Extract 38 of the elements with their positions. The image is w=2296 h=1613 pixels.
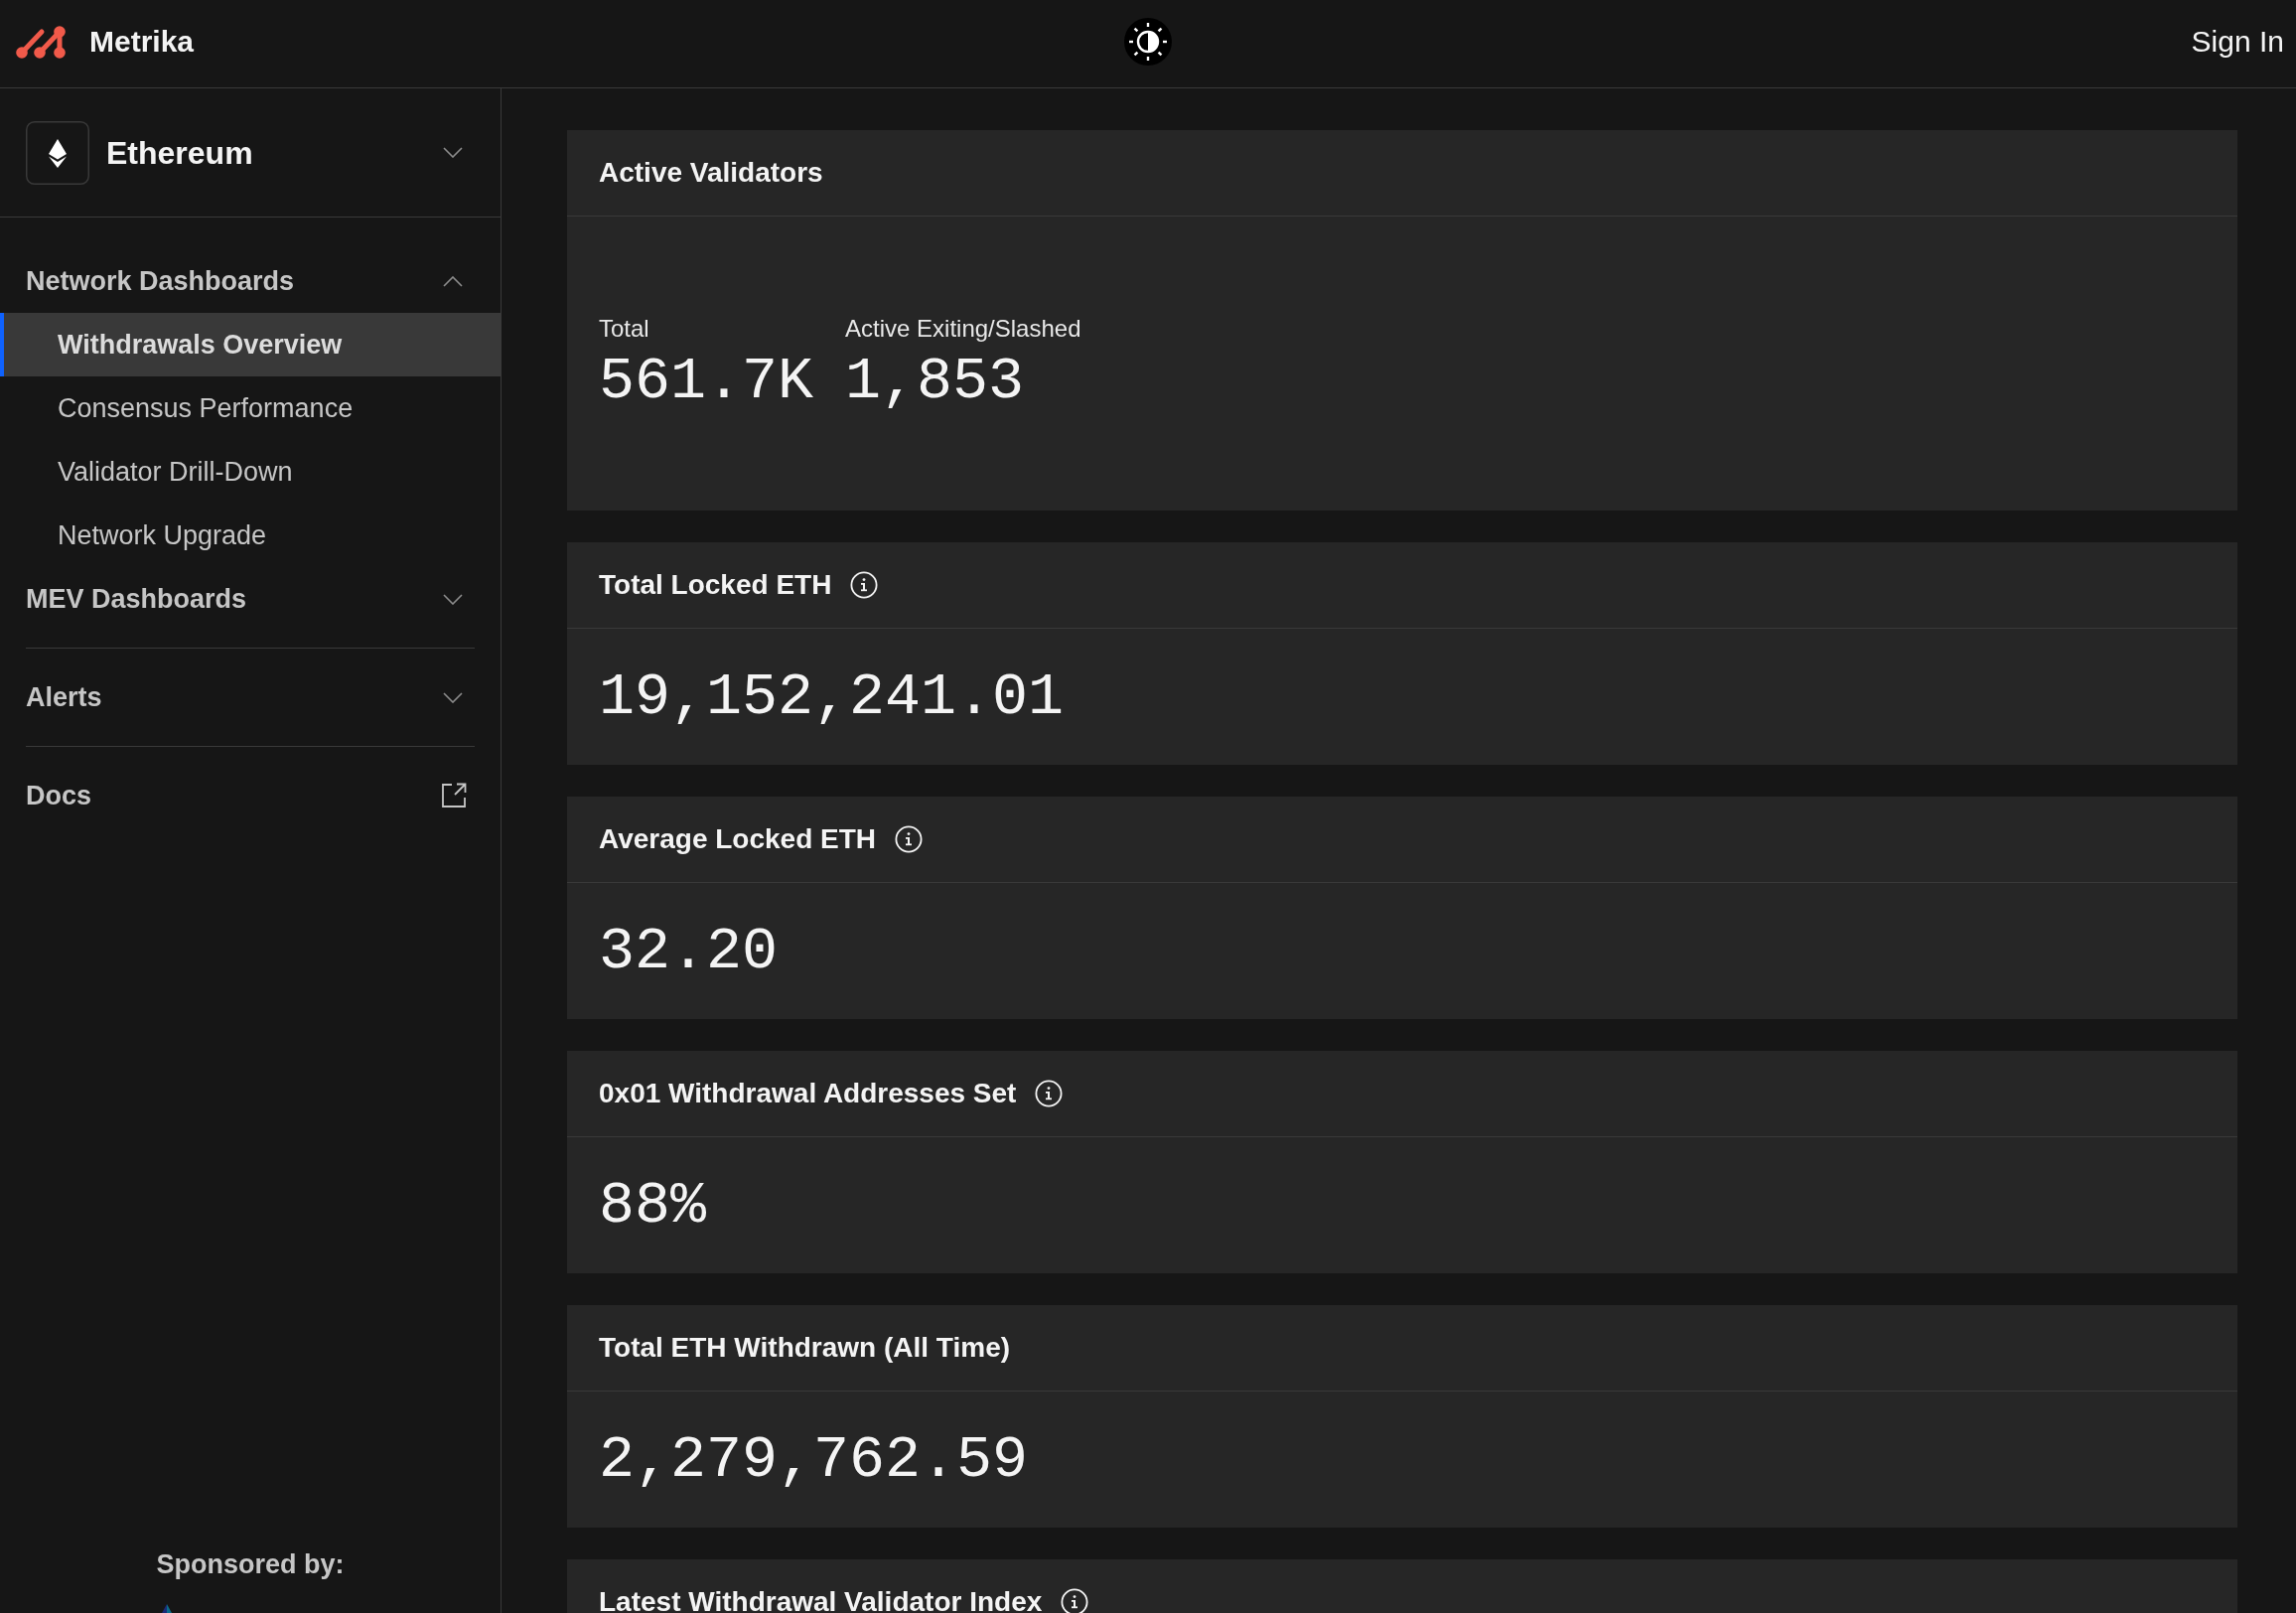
card-title: Latest Withdrawal Validator Index — [599, 1585, 1043, 1613]
nav-item[interactable]: Consensus Performance — [0, 376, 501, 440]
card-title: Average Locked ETH — [599, 822, 877, 856]
nav-item[interactable]: Validator Drill-Down — [0, 440, 501, 504]
section-header[interactable]: Network Dashboards — [0, 249, 501, 313]
card-title: Total Locked ETH — [599, 568, 832, 602]
nav-item[interactable]: Network Upgrade — [0, 504, 501, 567]
nav-item[interactable]: Withdrawals Overview — [0, 313, 501, 376]
external-link-icon — [441, 783, 467, 808]
metric-value: 19,152,241.01 — [599, 664, 1065, 729]
stat-label: Active Exiting/Slashed — [845, 314, 1081, 344]
metric-value: 88% — [599, 1173, 707, 1238]
contrast-icon[interactable] — [1124, 18, 1172, 66]
stat-value: 561.7K — [599, 350, 814, 413]
network-selector[interactable]: Ethereum — [26, 120, 463, 185]
card-title: Total ETH Withdrawn (All Time) — [599, 1331, 1011, 1365]
info-icon[interactable] — [895, 825, 924, 853]
chevron-icon — [443, 147, 463, 158]
chevron-icon — [443, 593, 463, 605]
section-header[interactable]: Alerts — [0, 665, 501, 729]
metric-value: 2,279,762.59 — [599, 1427, 1029, 1492]
brand-logo-icon[interactable] — [16, 25, 68, 59]
info-icon[interactable] — [850, 571, 879, 599]
brand-name[interactable]: Metrika — [89, 24, 195, 60]
info-icon[interactable] — [1061, 1588, 1089, 1613]
section-header[interactable]: MEV Dashboards — [0, 567, 501, 631]
chevron-icon — [443, 691, 463, 703]
stat-value: 1,853 — [845, 350, 1026, 413]
sign-in-button[interactable]: Sign In — [2191, 24, 2296, 60]
info-icon[interactable] — [1035, 1080, 1064, 1107]
stat-label: Total — [599, 314, 650, 344]
card-title: 0x01 Withdrawal Addresses Set — [599, 1077, 1017, 1110]
sponsor-label: Sponsored by: — [156, 1548, 345, 1580]
chevron-icon — [443, 275, 463, 287]
docs-link[interactable]: Docs — [0, 764, 501, 827]
card-title: Active Validators — [599, 156, 823, 190]
sponsor-logo-icon — [162, 1604, 172, 1613]
metric-value: 32.20 — [599, 919, 779, 983]
